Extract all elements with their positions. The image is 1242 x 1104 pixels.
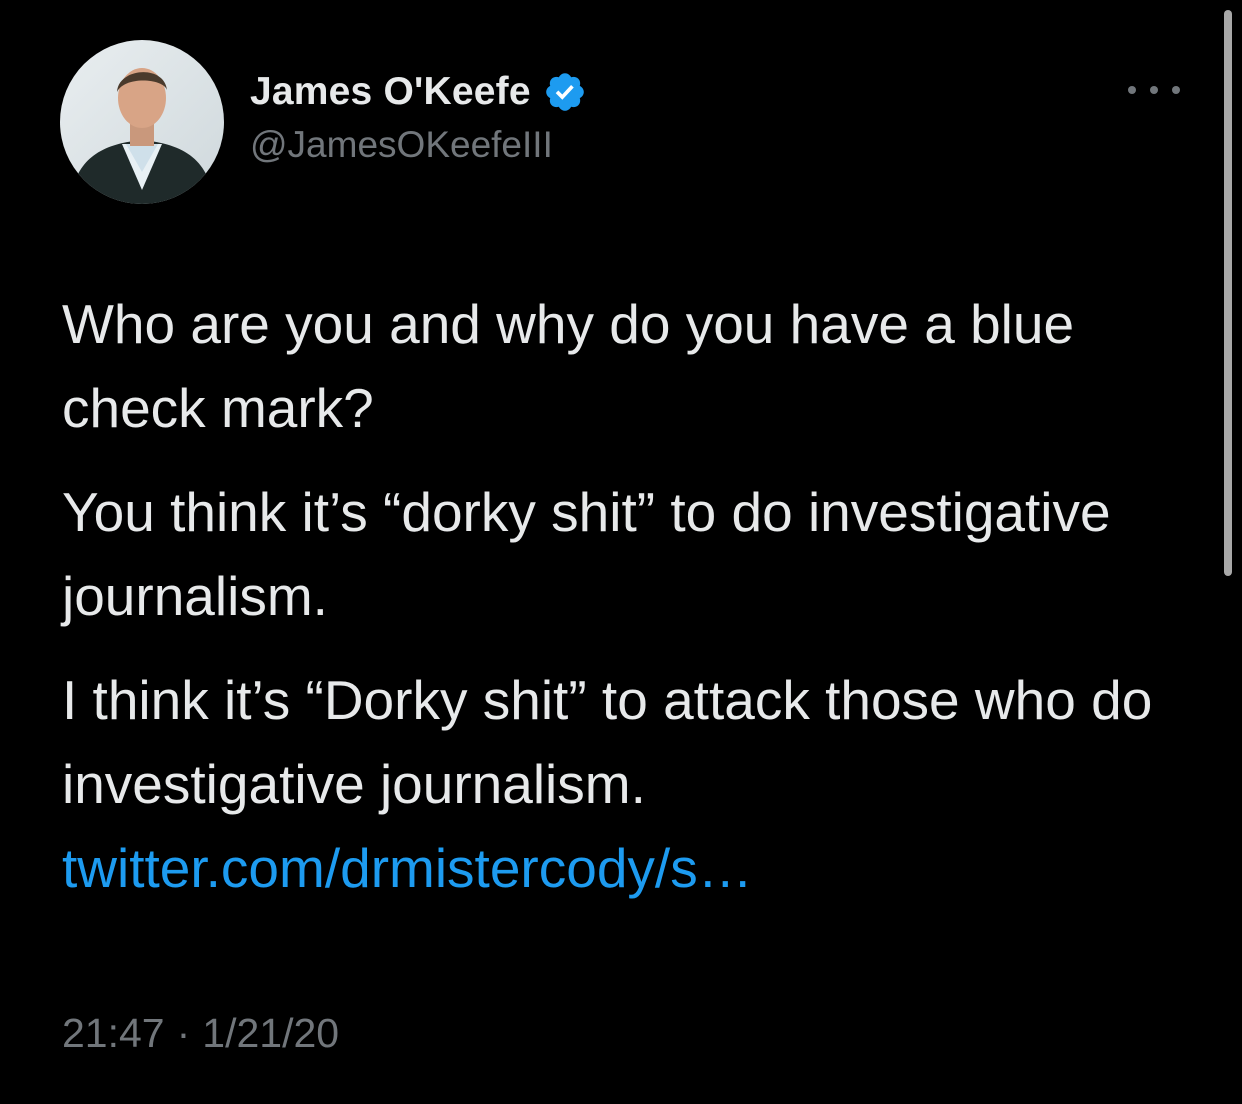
tweet-time: 21:47 [62,1010,165,1056]
tweet-paragraph-2: You think it’s “dorky shit” to do invest… [62,481,1111,627]
timestamp-separator: · [176,1010,191,1056]
author-handle[interactable]: @JamesOKeefeIII [250,124,553,166]
author-display-name[interactable]: James O'Keefe [250,70,531,114]
author-avatar[interactable] [60,40,224,204]
tweet: James O'Keefe @JamesOKeefeIII Who are yo… [0,0,1242,1104]
tweet-date: 1/21/20 [202,1010,340,1056]
verified-badge-icon [543,70,587,114]
tweet-paragraph-3: I think it’s “Dorky shit” to attack thos… [62,658,1202,910]
dot [1128,86,1136,94]
tweet-paragraph-3-text: I think it’s “Dorky shit” to attack thos… [62,669,1153,815]
scrollbar[interactable] [1224,10,1232,576]
dot [1150,86,1158,94]
tweet-text: Who are you and why do you have a blue c… [62,282,1202,930]
more-options-ellipsis-icon[interactable] [1128,70,1180,110]
tweet-link[interactable]: twitter.com/drmistercody/s… [62,837,753,899]
dot [1172,86,1180,94]
tweet-timestamp[interactable]: 21:47 · 1/21/20 [62,1010,339,1057]
author-name-row: James O'Keefe [250,62,587,122]
tweet-paragraph-1: Who are you and why do you have a blue c… [62,293,1075,439]
avatar-photo-icon [60,40,224,204]
